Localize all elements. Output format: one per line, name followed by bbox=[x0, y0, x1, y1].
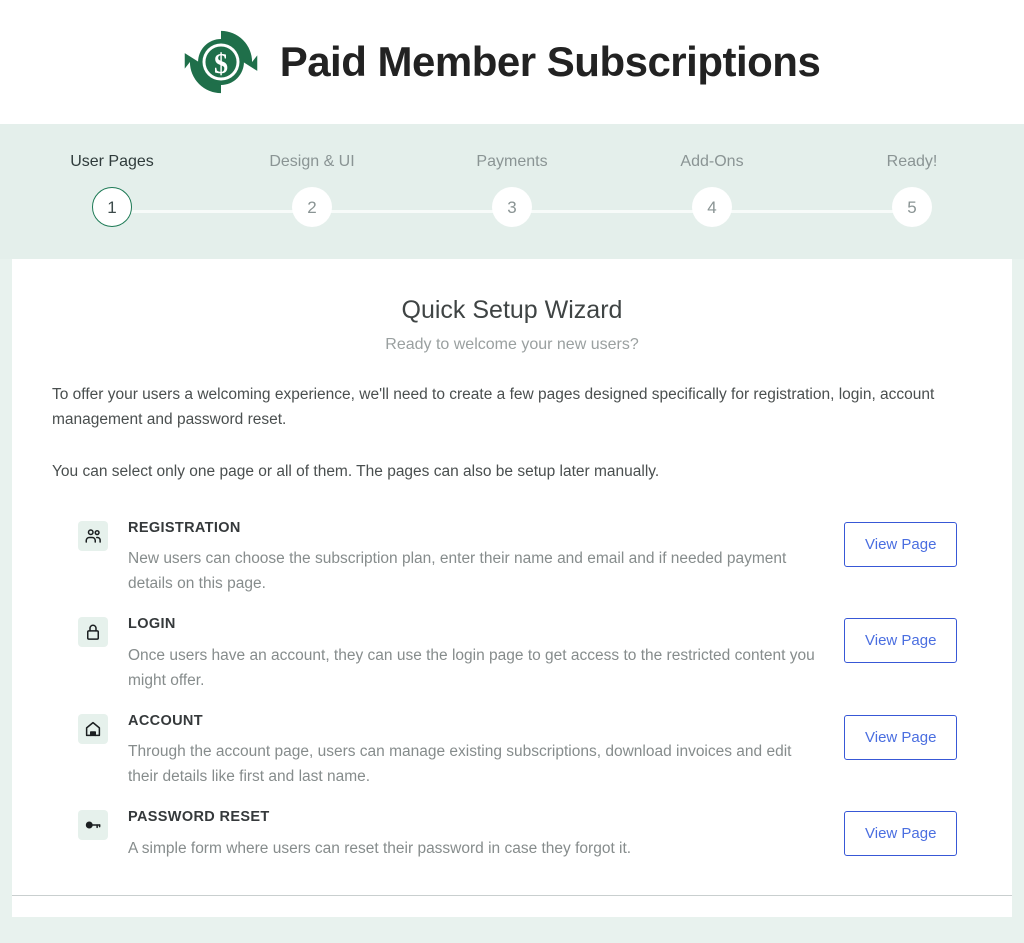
circular-arrows-dollar-logo-icon: $ bbox=[184, 25, 258, 99]
view-page-button-password-reset[interactable]: View Page bbox=[844, 811, 958, 857]
list-item-body: ACCOUNT Through the account page, users … bbox=[128, 713, 844, 790]
step-2-circle: 2 bbox=[292, 187, 332, 227]
view-page-button-registration[interactable]: View Page bbox=[844, 521, 958, 567]
list-item-description: A simple form where users can reset thei… bbox=[128, 839, 632, 857]
list-item: REGISTRATION New users can choose the su… bbox=[52, 511, 972, 608]
wizard-card: Quick Setup Wizard Ready to welcome your… bbox=[12, 259, 1012, 917]
list-item-body: LOGIN Once users have an account, they c… bbox=[128, 616, 844, 693]
step-2-design-ui[interactable]: Design & UI 2 bbox=[269, 153, 355, 227]
brand-header: $ Paid Member Subscriptions bbox=[0, 0, 1024, 124]
list-item-action: View Page bbox=[844, 809, 972, 857]
card-footer-divider bbox=[12, 895, 1012, 896]
step-1-circle: 1 bbox=[92, 187, 132, 227]
key-icon bbox=[78, 810, 108, 841]
list-item-body: REGISTRATION New users can choose the su… bbox=[128, 520, 844, 597]
list-item: ACCOUNT Through the account page, users … bbox=[52, 704, 972, 801]
list-item-description: New users can choose the subscription pl… bbox=[128, 549, 787, 593]
lock-icon bbox=[78, 617, 108, 648]
list-item-description: Through the account page, users can mana… bbox=[128, 743, 792, 786]
list-item-title: REGISTRATION bbox=[128, 519, 241, 536]
step-5-ready[interactable]: Ready! 5 bbox=[872, 154, 952, 227]
page-title: Quick Setup Wizard bbox=[401, 296, 623, 324]
list-item: LOGIN Once users have an account, they c… bbox=[52, 607, 972, 704]
users-icon bbox=[78, 520, 108, 551]
page-list: REGISTRATION New users can choose the su… bbox=[52, 511, 972, 879]
list-item-action: View Page bbox=[844, 520, 972, 567]
intro-paragraph-1: To offer your users a welcoming experien… bbox=[52, 386, 935, 429]
step-3-label: Payments bbox=[476, 153, 548, 170]
view-page-button-login[interactable]: View Page bbox=[844, 618, 958, 664]
intro-paragraph-2: You can select only one page or all of t… bbox=[52, 463, 660, 481]
step-3-circle: 3 bbox=[492, 187, 532, 227]
step-3-payments[interactable]: Payments 3 bbox=[472, 154, 552, 227]
step-4-label: Add-Ons bbox=[680, 153, 744, 170]
step-5-circle: 5 bbox=[892, 187, 932, 227]
step-5-label: Ready! bbox=[886, 153, 938, 170]
page-subtitle: Ready to welcome your new users? bbox=[385, 336, 639, 353]
step-1-user-pages[interactable]: User Pages 1 bbox=[70, 153, 154, 227]
svg-text:$: $ bbox=[214, 49, 228, 80]
step-4-circle: 4 bbox=[692, 187, 732, 227]
list-item-title: ACCOUNT bbox=[128, 712, 203, 729]
wizard-stepper: User Pages 1 Design & UI 2 Payments 3 Ad… bbox=[0, 124, 1024, 259]
list-item-body: PASSWORD RESET A simple form where users… bbox=[128, 809, 844, 861]
list-item-title: PASSWORD RESET bbox=[128, 809, 270, 826]
list-item-title: LOGIN bbox=[128, 616, 176, 633]
view-page-button-account[interactable]: View Page bbox=[844, 714, 958, 760]
list-item-action: View Page bbox=[844, 713, 972, 760]
brand-title: Paid Member Subscriptions bbox=[279, 38, 821, 85]
step-4-add-ons[interactable]: Add-Ons 4 bbox=[672, 154, 752, 227]
step-1-label: User Pages bbox=[70, 153, 154, 170]
list-item-description: Once users have an account, they can use… bbox=[128, 646, 815, 689]
home-icon bbox=[78, 713, 108, 744]
brand-lockup: $ Paid Member Subscriptions bbox=[184, 25, 821, 99]
step-2-label: Design & UI bbox=[269, 153, 355, 170]
list-item: PASSWORD RESET A simple form where users… bbox=[52, 800, 972, 878]
list-item-action: View Page bbox=[844, 616, 972, 664]
